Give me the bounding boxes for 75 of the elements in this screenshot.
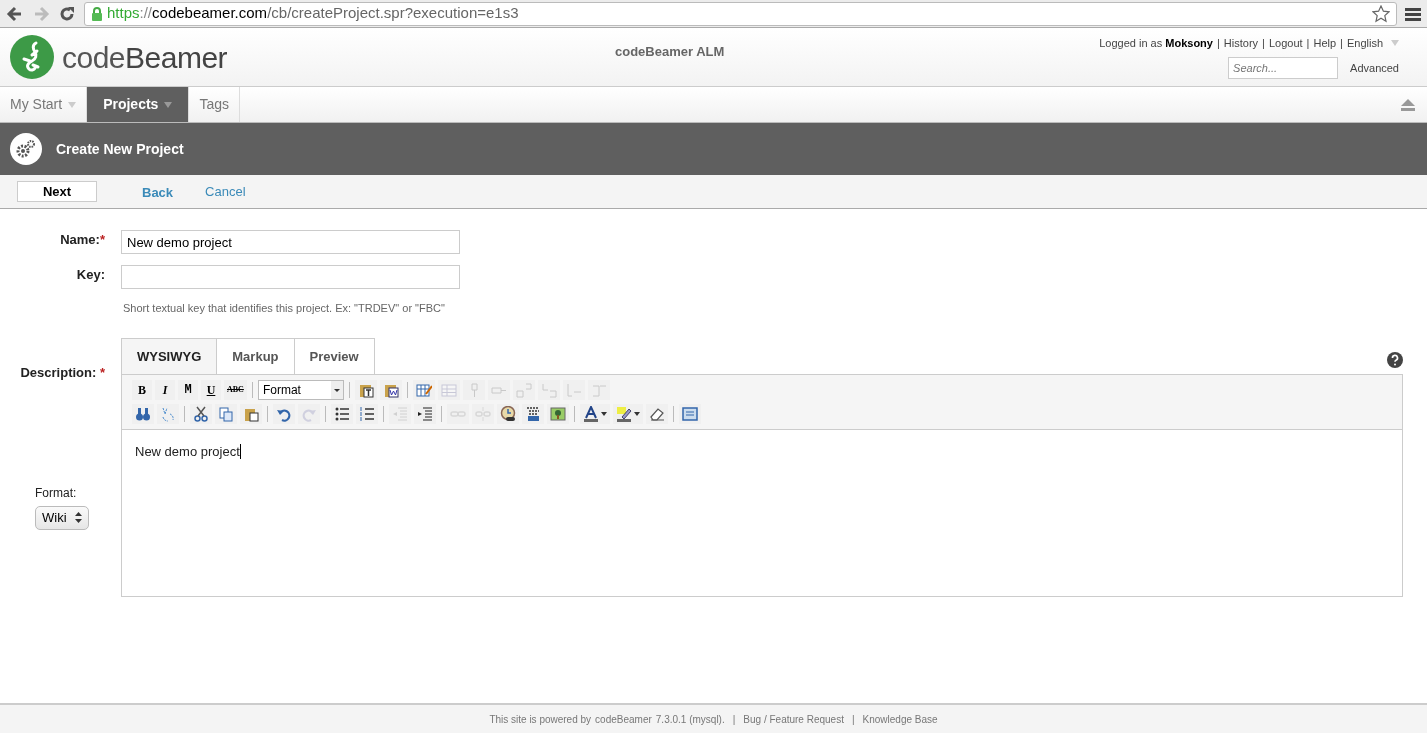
lock-icon	[91, 6, 103, 21]
caret-icon	[330, 381, 343, 399]
footer-text: This site is powered by	[489, 712, 592, 727]
key-field[interactable]	[121, 265, 460, 289]
search-field[interactable]: Search...	[1228, 57, 1339, 80]
format-label: Format:	[35, 485, 78, 502]
address-bar[interactable]: https://codebeamer.com/cb/createProject.spr?execution=e1s3	[84, 1, 1397, 26]
paste-text-icon[interactable]	[357, 382, 374, 398]
caret-icon[interactable]	[634, 412, 640, 416]
separator: |	[1340, 35, 1343, 51]
caret-icon[interactable]	[601, 412, 607, 416]
updown-arrows-icon	[74, 512, 82, 524]
advanced-search-link[interactable]: Advanced	[1350, 60, 1399, 77]
editor-tab[interactable]: Preview	[293, 337, 375, 374]
editor-tab[interactable]: WYSIWYG	[121, 337, 218, 374]
nav-tab[interactable]: Projects	[87, 87, 190, 122]
key-hint: Short textual key that identifies this project. Ex: "TRDEV" or "FBC"	[123, 301, 446, 316]
header-link[interactable]: Logout	[1268, 34, 1303, 52]
field-label: Name:*	[59, 231, 105, 249]
footer-link[interactable]: Bug / Feature Request	[743, 711, 844, 727]
header-link[interactable]: Help	[1313, 34, 1337, 52]
image-icon[interactable]	[550, 406, 566, 422]
next-button[interactable]: Next	[17, 181, 97, 202]
logo-wordmark[interactable]: codeBeamer	[62, 34, 228, 80]
toc-icon[interactable]	[525, 406, 541, 422]
format-button[interactable]: U	[201, 380, 221, 400]
copy-icon[interactable]	[218, 406, 234, 422]
url-text: https://codebeamer.com/cb/createProject.spr?execution=e1s3	[107, 3, 519, 24]
reload-icon[interactable]	[58, 4, 76, 23]
eraser-icon[interactable]	[649, 406, 665, 422]
separator: |	[1216, 35, 1220, 51]
paste-word-icon[interactable]	[382, 382, 399, 398]
cancel-link[interactable]: Cancel	[205, 181, 246, 202]
separator: |	[1262, 35, 1265, 51]
format-dropdown[interactable]: Format	[257, 380, 344, 400]
nav-tab[interactable]: Tags	[189, 87, 240, 122]
bullet-list-icon[interactable]	[334, 406, 350, 422]
footer-text: 7.3.0.1 (mysql).	[655, 712, 725, 727]
field-label: Description: *	[19, 363, 105, 382]
caret-icon	[1391, 40, 1399, 46]
editor-text: New demo project	[135, 444, 241, 459]
format-select[interactable]: Wiki	[35, 506, 89, 530]
separator: |	[1306, 35, 1310, 51]
highlighter-icon[interactable]	[616, 406, 632, 422]
page-title: Create New Project	[56, 139, 184, 159]
help-icon[interactable]	[1387, 352, 1403, 368]
numbered-list-icon[interactable]	[359, 406, 375, 422]
field-label: Key:	[75, 266, 105, 284]
cut-icon[interactable]	[193, 406, 209, 422]
binoculars-icon[interactable]	[135, 406, 151, 422]
paste-icon[interactable]	[243, 406, 259, 422]
fullscreen-icon[interactable]	[682, 406, 698, 422]
text-color-icon[interactable]	[583, 406, 599, 422]
format-button[interactable]: I	[155, 380, 175, 400]
back-icon[interactable]	[6, 4, 24, 23]
star-icon[interactable]	[1372, 4, 1390, 23]
name-field[interactable]: New demo project	[121, 230, 460, 254]
format-button[interactable]: M	[178, 380, 198, 400]
footer-link[interactable]: Knowledge Base	[862, 711, 938, 727]
eject-icon[interactable]	[1401, 98, 1415, 111]
format-button[interactable]: B	[132, 380, 152, 400]
app-title: codeBeamer ALM	[615, 43, 725, 61]
clock-link-icon[interactable]	[500, 406, 516, 422]
format-button[interactable]: ABC	[224, 380, 247, 400]
separator: |	[851, 712, 855, 727]
undo-icon[interactable]	[276, 406, 292, 422]
menu-icon[interactable]	[1405, 6, 1421, 21]
gears-icon	[10, 133, 42, 165]
footer-link[interactable]: codeBeamer	[595, 711, 652, 727]
separator: |	[732, 712, 736, 727]
login-status: Logged in as Moksony	[1099, 35, 1213, 51]
table-edit-icon[interactable]	[415, 382, 432, 398]
header-link[interactable]: History	[1223, 34, 1259, 52]
indent-icon[interactable]	[417, 406, 433, 422]
language-menu[interactable]: English	[1346, 34, 1383, 52]
